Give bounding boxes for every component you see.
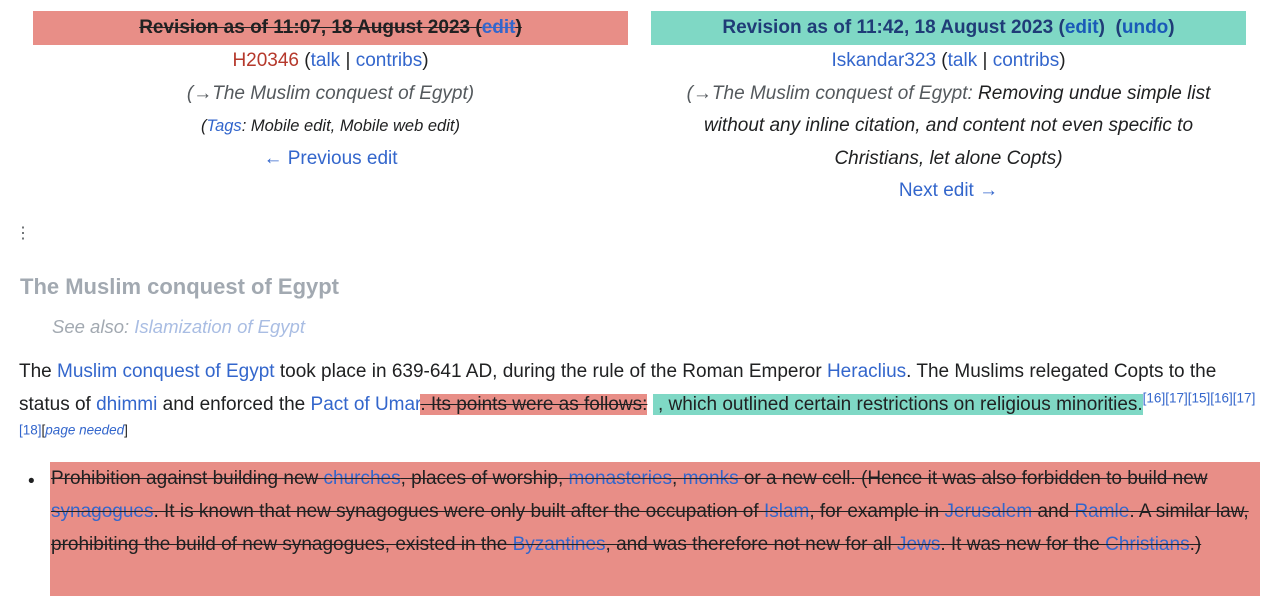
diff-paragraph: The Muslim conquest of Egypt took place … [19, 361, 1256, 438]
link-muslim-conquest[interactable]: Muslim conquest of Egypt [57, 361, 275, 382]
link-monasteries[interactable]: monasteries [569, 468, 673, 489]
old-edit-link[interactable]: edit [482, 17, 516, 38]
old-talk-link[interactable]: talk [311, 50, 341, 71]
old-edit-summary: (→The Muslim conquest of Egypt) [186, 82, 475, 104]
link-jews[interactable]: Jews [897, 534, 940, 555]
section-heading: The Muslim conquest of Egypt [20, 274, 340, 299]
page-needed-link[interactable]: page needed [45, 423, 124, 438]
ref-link[interactable]: [16] [1210, 390, 1233, 405]
link-monks[interactable]: monks [683, 468, 739, 489]
new-user-line: Iskandar323 (talk | contribs) [831, 50, 1066, 71]
link-pact-of-umar[interactable]: Pact of Umar [311, 394, 421, 415]
old-tags: (Tags: Mobile edit, Mobile web edit) [201, 117, 460, 135]
new-user-link[interactable]: Iskandar323 [831, 50, 936, 71]
old-revision-header: Revision as of 11:07, 18 August 2023 (ed… [33, 11, 628, 45]
new-edit-summary: (→The Muslim conquest of Egypt: Removing… [686, 82, 1211, 169]
next-edit-link[interactable]: Next edit → [899, 180, 998, 201]
previous-edit-link[interactable]: ← Previous edit [263, 148, 397, 169]
old-revision-title: Revision as of 11:07, 18 August 2023 [139, 17, 471, 38]
link-islam[interactable]: Islam [764, 501, 809, 522]
new-talk-link[interactable]: talk [948, 50, 978, 71]
new-edit-link[interactable]: edit [1065, 17, 1099, 38]
inserted-text: , which outlined certain restrictions on… [652, 393, 1143, 415]
old-revision-column: Revision as of 11:07, 18 August 2023 (ed… [33, 11, 628, 175]
deleted-text: . Its points were as follows: [420, 393, 648, 415]
link-synagogues[interactable]: synagogues [51, 501, 153, 522]
see-also-link[interactable]: Islamization of Egypt [134, 316, 305, 337]
link-churches[interactable]: churches [324, 468, 401, 489]
old-user-link[interactable]: H20346 [232, 50, 299, 71]
more-options-icon[interactable]: ⋮ [15, 224, 31, 244]
old-user-line: H20346 (talk | contribs) [232, 50, 429, 71]
link-heraclius[interactable]: Heraclius [827, 361, 906, 382]
old-contribs-link[interactable]: contribs [356, 50, 423, 71]
tags-link[interactable]: Tags [207, 117, 242, 135]
ref-link[interactable]: [17] [1233, 390, 1256, 405]
see-also-hatnote: See also: Islamization of Egypt [52, 316, 305, 337]
ref-link[interactable]: [15] [1188, 390, 1211, 405]
link-dhimmi[interactable]: dhimmi [96, 394, 157, 415]
new-contribs-link[interactable]: contribs [993, 50, 1060, 71]
link-ramle[interactable]: Ramle [1074, 501, 1129, 522]
undo-link[interactable]: undo [1122, 17, 1168, 38]
ref-link[interactable]: [16] [1143, 390, 1166, 405]
bullet-marker: • [28, 471, 35, 492]
new-revision-header: Revision as of 11:42, 18 August 2023 (ed… [651, 11, 1246, 45]
new-revision-column: Revision as of 11:42, 18 August 2023 (ed… [651, 11, 1246, 208]
deleted-bullet-item: Prohibition against building new churche… [51, 468, 1249, 555]
link-jerusalem[interactable]: Jerusalem [945, 501, 1033, 522]
link-christians[interactable]: Christians [1105, 534, 1189, 555]
ref-link[interactable]: [17] [1165, 390, 1188, 405]
ref-link[interactable]: [18] [19, 423, 42, 438]
new-revision-title: Revision as of 11:42, 18 August 2023 [722, 17, 1054, 38]
link-byzantines[interactable]: Byzantines [513, 534, 606, 555]
